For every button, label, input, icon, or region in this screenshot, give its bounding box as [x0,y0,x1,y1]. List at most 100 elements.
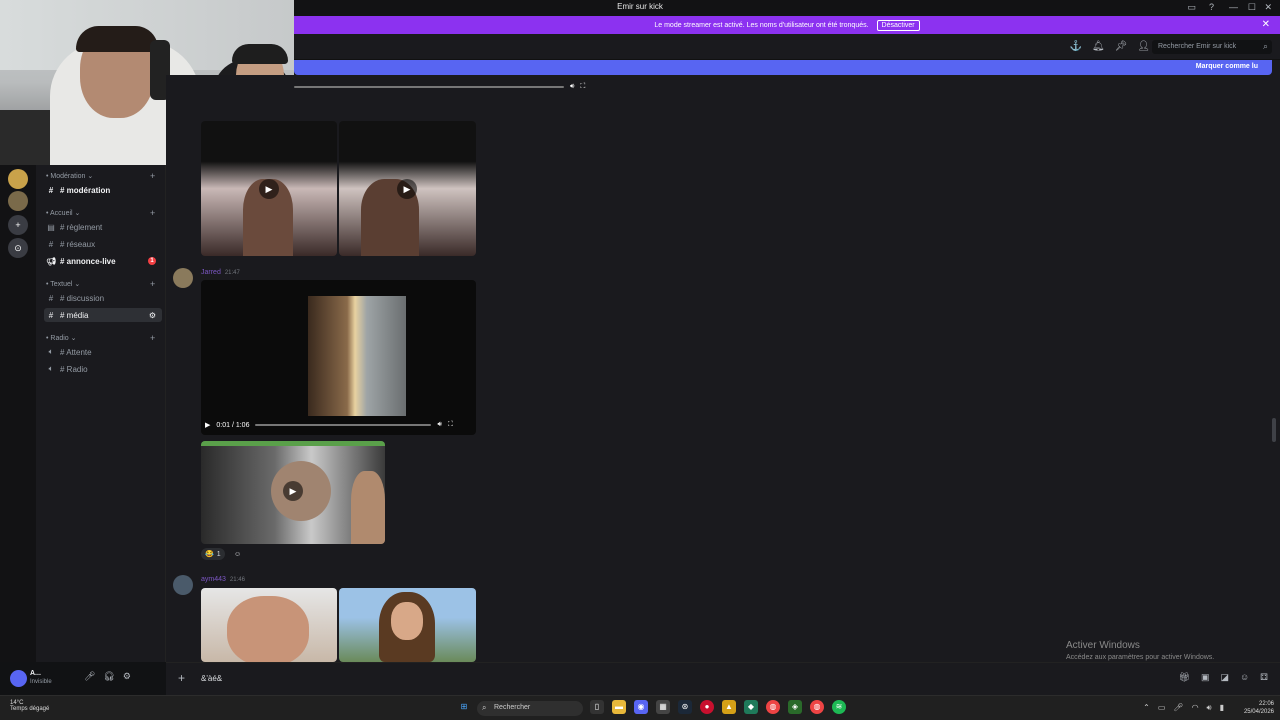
app-red-icon[interactable]: ● [700,700,714,714]
image-attachment[interactable] [201,588,337,662]
channel-moderation[interactable]: # # modération [44,183,162,197]
category-moderation[interactable]: • Modération ⌄ + [46,171,155,181]
server-icon-emir[interactable] [8,169,28,189]
fullscreen-icon[interactable]: ⛶ [448,421,453,429]
microphone-icon[interactable]: 🎤︎ [84,671,95,682]
app-green-icon[interactable]: ◆ [744,700,758,714]
system-clock[interactable]: 22:06 25/04/2026 [1244,700,1274,716]
video-player[interactable]: ▶ 0:01 / 1:06 🔊︎ ⛶ [201,280,476,435]
message-composer[interactable]: + &'àé& 🎁︎ ▣ ◪ ☺ ⚃ [166,662,1280,695]
windows-start-icon[interactable]: ⊞ [457,700,471,714]
minimize-button[interactable]: — [1229,2,1238,12]
new-messages-bar[interactable]: Marquer comme lu [294,60,1272,75]
add-reaction-icon[interactable]: ☺ [230,548,245,560]
avatar[interactable] [173,575,193,595]
wifi-icon[interactable]: ◠ [1192,703,1199,713]
threads-icon[interactable]: ⚓ [1069,41,1081,52]
volume-icon[interactable]: 🔊︎ [1207,703,1212,713]
banner-close-icon[interactable]: ✕ [1262,19,1270,30]
category-accueil[interactable]: • Accueil ⌄ + [46,208,155,218]
battery-icon[interactable]: ▮ [1220,703,1224,713]
add-channel-icon[interactable]: + [150,171,155,181]
message-list: 🔊︎ ⛶ ▶ ▶ Jarred 21:47 ▶ 0:01 / 1:06 🔊︎ ⛶ … [166,75,1280,662]
sticker-icon[interactable]: ◪ [1220,672,1229,683]
chrome-icon[interactable]: ◍ [810,700,824,714]
app-icon[interactable]: ▦ [656,700,670,714]
add-channel-icon[interactable]: + [150,279,155,289]
disable-streamer-button[interactable]: Désactiver [876,19,920,31]
message-input[interactable]: &'àé& [201,674,222,683]
channel-radio[interactable]: 🔈︎ # Radio [44,362,162,376]
video-progress-track[interactable] [294,86,564,88]
microphone-icon[interactable]: 🎤︎ [1173,703,1183,713]
file-explorer-icon[interactable]: ▬ [612,700,626,714]
pin-icon[interactable]: 📌︎ [1115,41,1128,52]
hash-icon: # [48,239,54,249]
emoji-icon[interactable]: ☺ [1240,672,1249,683]
avatar[interactable] [173,268,193,288]
discover-icon[interactable]: ⊙ [8,238,28,258]
add-server-icon[interactable]: + [8,215,28,235]
gif-icon[interactable]: ▣ [1201,672,1210,683]
apps-icon[interactable]: ⚃ [1260,672,1268,683]
channel-attente[interactable]: 🔈︎ # Attente [44,345,162,359]
scrollbar[interactable] [1272,418,1276,442]
inbox-icon[interactable]: ▭ [1187,2,1196,13]
channel-annonce-live[interactable]: 📢︎ # annonce-live 1 [44,254,162,268]
app-icon[interactable]: ◈ [788,700,802,714]
avatar[interactable] [10,670,27,687]
image-attachment[interactable] [339,588,476,662]
bell-icon[interactable]: 🔔︎ [1092,41,1105,52]
add-channel-icon[interactable]: + [150,333,155,343]
channel-reseaux[interactable]: # # réseaux [44,237,162,251]
volume-icon[interactable]: 🔊︎ [437,421,441,429]
add-channel-icon[interactable]: + [150,208,155,218]
video-controls-top[interactable]: 🔊︎ ⛶ [294,80,604,94]
mark-as-read-button[interactable]: Marquer comme lu [1196,63,1258,70]
video-progress-track[interactable] [255,424,432,426]
server-icon-2[interactable] [8,191,28,211]
author-name[interactable]: Jarred [201,269,221,276]
play-icon[interactable]: ▶ [283,481,303,501]
channel-reglement[interactable]: ▤ # règlement [44,220,162,234]
channel-sidebar: • Modération ⌄ + # # modération • Accuei… [36,165,166,662]
tray-chevron-icon[interactable]: ⌃ [1143,703,1150,713]
taskbar-search[interactable]: ⌕ Rechercher [477,701,583,716]
play-icon[interactable]: ▶ [205,421,210,429]
volume-icon[interactable]: 🔊︎ [570,83,574,91]
search-input[interactable]: Rechercher Emir sur kick ⌕ [1152,40,1272,54]
reaction-pill[interactable]: 😂 1 [201,548,225,560]
task-view-icon[interactable]: ▯ [590,700,604,714]
play-icon[interactable]: ▶ [397,179,417,199]
app-yellow-icon[interactable]: ▲ [722,700,736,714]
video-thumbnail[interactable]: ▶ [201,441,385,544]
gift-icon[interactable]: 🎁︎ [1179,672,1190,683]
settings-gear-icon[interactable]: ⚙ [123,671,131,682]
play-icon[interactable]: ▶ [259,179,279,199]
maximize-button[interactable]: ☐ [1248,2,1256,13]
fullscreen-icon[interactable]: ⛶ [580,83,585,91]
weather-widget[interactable]: 14°C Temps dégagé [10,700,49,712]
steam-icon[interactable]: ⊛ [678,700,692,714]
chrome-icon[interactable]: ◍ [766,700,780,714]
headphones-icon[interactable]: 🎧︎ [103,671,114,682]
video-thumbnail[interactable]: ▶ [201,121,337,256]
message-author[interactable]: aym443 21:46 [201,576,245,583]
category-radio[interactable]: • Radio ⌄ + [46,333,155,343]
message-author[interactable]: Jarred 21:47 [201,269,240,276]
close-window-button[interactable]: ✕ [1264,2,1272,13]
author-name[interactable]: aym443 [201,576,226,583]
video-controls[interactable]: ▶ 0:01 / 1:06 🔊︎ ⛶ [205,418,473,432]
network-icon[interactable]: ▭ [1158,703,1166,713]
add-attachment-icon[interactable]: + [178,671,185,685]
category-textuel[interactable]: • Textuel ⌄ + [46,279,155,289]
spotify-icon[interactable]: ≋ [832,700,846,714]
members-icon[interactable]: 👤︎ [1137,41,1150,52]
video-thumbnail[interactable]: ▶ [339,121,476,256]
discord-icon[interactable]: ◉ [634,700,648,714]
channel-discussion[interactable]: # # discussion [44,291,162,305]
channel-settings-icon[interactable]: ⚙ [149,311,156,320]
help-icon[interactable]: ? [1209,2,1214,12]
channel-media[interactable]: # # média ⚙ [44,308,162,322]
search-icon: ⌕ [1262,41,1268,51]
